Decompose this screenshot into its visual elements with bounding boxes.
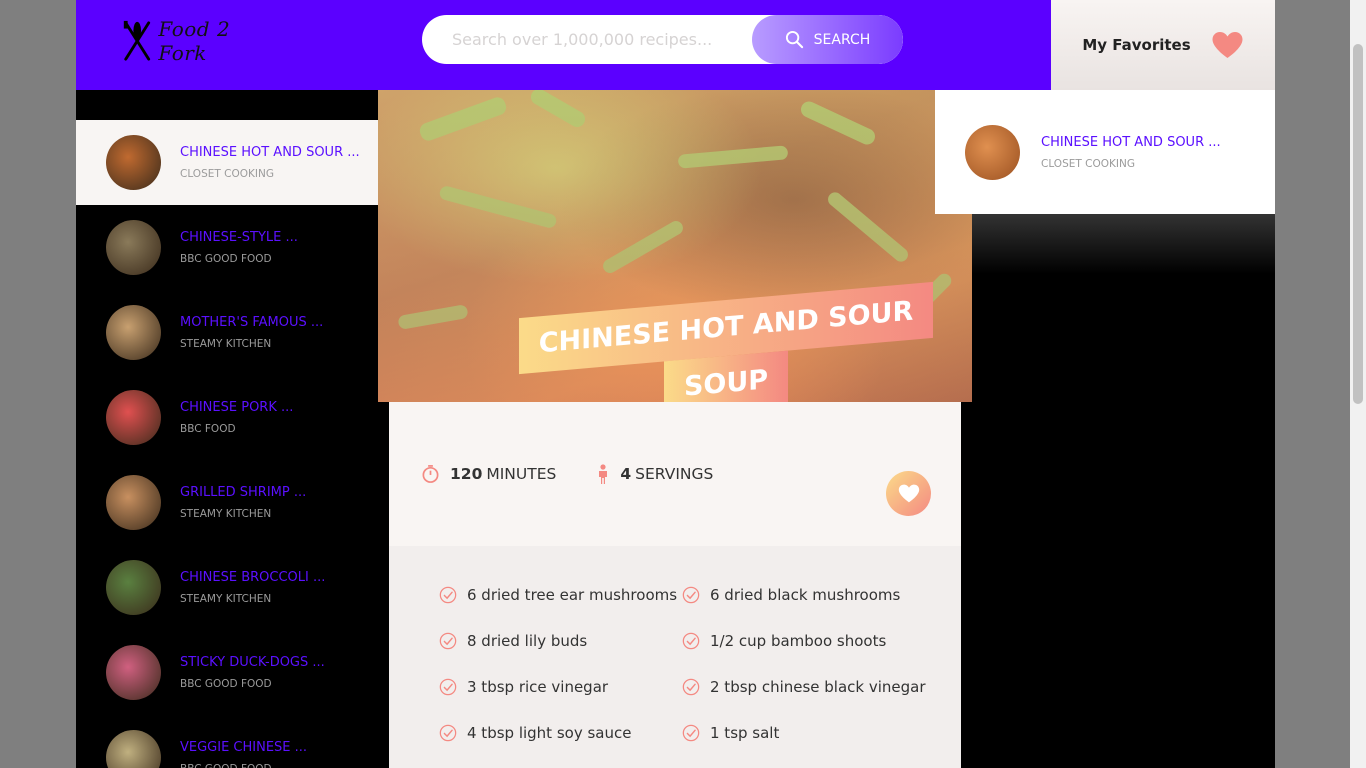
check-icon — [682, 724, 700, 742]
check-icon — [682, 678, 700, 696]
header: Food 2 Fork SEARCH — [76, 0, 1051, 90]
servings: 4 SERVINGS — [596, 464, 713, 484]
scrollbar[interactable] — [1350, 0, 1366, 768]
result-item[interactable]: CHINESE PORK ... BBC FOOD — [76, 375, 378, 460]
results-list: CHINESE HOT AND SOUR ... CLOSET COOKING CH… — [76, 120, 378, 768]
result-thumbnail — [106, 135, 161, 190]
ingredients-list: 6 dried tree ear mushrooms 6 dried black … — [389, 546, 961, 768]
result-title: GRILLED SHRIMP ... — [180, 485, 307, 500]
search-button[interactable]: SEARCH — [752, 15, 903, 64]
ingredient-item: 1/2 cup bamboo shoots — [682, 630, 942, 652]
result-item[interactable]: VEGGIE CHINESE ... BBC GOOD FOOD — [76, 715, 378, 768]
result-title: CHINESE HOT AND SOUR ... — [180, 145, 360, 160]
check-icon — [682, 586, 700, 604]
ingredient-item: 4 tbsp light soy sauce — [439, 722, 682, 744]
logo[interactable]: Food 2 Fork — [120, 17, 280, 65]
result-publisher: STEAMY KITCHEN — [180, 338, 272, 350]
favorites-menu[interactable]: My Favorites — [1051, 0, 1275, 90]
ingredient-text: 6 dried tree ear mushrooms — [467, 586, 678, 604]
result-publisher: BBC GOOD FOOD — [180, 678, 272, 690]
result-thumbnail — [106, 305, 161, 360]
result-item[interactable]: CHINESE-STYLE ... BBC GOOD FOOD — [76, 205, 378, 290]
check-icon — [439, 632, 457, 650]
result-publisher: BBC GOOD FOOD — [180, 763, 307, 768]
search-button-label: SEARCH — [813, 31, 871, 48]
ingredient-text: 1 tsp salt — [710, 724, 780, 742]
ingredient-text: 3 tbsp rice vinegar — [467, 678, 609, 696]
result-thumbnail — [106, 475, 161, 530]
heart-icon — [1212, 32, 1243, 58]
check-icon — [439, 678, 457, 696]
result-publisher: CLOSET COOKING — [180, 168, 274, 180]
result-thumbnail — [106, 645, 161, 700]
result-title: VEGGIE CHINESE ... — [180, 740, 308, 755]
scrollbar-thumb[interactable] — [1353, 44, 1363, 404]
search-form: SEARCH — [422, 15, 903, 64]
recipe-details: 120 MINUTES 4 SERVINGS 6 dried tree ear … — [389, 402, 961, 768]
result-publisher: STEAMY KITCHEN — [180, 593, 272, 605]
ingredient-text: 4 tbsp light soy sauce — [467, 724, 632, 742]
stopwatch-icon — [422, 465, 439, 483]
app-container: Food 2 Fork SEARCH My Favorites CHINESE … — [76, 0, 1275, 768]
result-title: STICKY DUCK-DOGS ... — [180, 655, 325, 670]
check-icon — [439, 724, 457, 742]
result-thumbnail — [106, 560, 161, 615]
ingredient-item: 1 tsp salt — [682, 722, 942, 744]
ingredient-item: 6 dried black mushrooms — [682, 584, 942, 606]
recipe-info: 120 MINUTES 4 SERVINGS — [389, 402, 961, 546]
ingredient-item: 8 dried lily buds — [439, 630, 682, 652]
result-publisher: BBC FOOD — [180, 423, 236, 435]
ingredient-item: 6 dried tree ear mushrooms — [439, 584, 682, 606]
result-thumbnail — [106, 730, 161, 768]
favorite-title: CHINESE HOT AND SOUR ... — [1041, 134, 1221, 150]
panel-shadow — [972, 214, 1275, 274]
result-item[interactable]: CHINESE HOT AND SOUR ... CLOSET COOKING — [76, 120, 378, 205]
search-icon — [785, 30, 803, 49]
favorites-label: My Favorites — [1082, 36, 1191, 54]
result-item[interactable]: MOTHER'S FAMOUS ... STEAMY KITCHEN — [76, 290, 378, 375]
result-item[interactable]: CHINESE BROCCOLI ... STEAMY KITCHEN — [76, 545, 378, 630]
result-title: CHINESE BROCCOLI ... — [180, 570, 326, 585]
result-item[interactable]: GRILLED SHRIMP ... STEAMY KITCHEN — [76, 460, 378, 545]
result-thumbnail — [106, 220, 161, 275]
fork-knife-icon — [123, 20, 151, 61]
check-icon — [682, 632, 700, 650]
cook-time-label: MINUTES — [486, 465, 557, 483]
ingredient-text: 6 dried black mushrooms — [710, 586, 901, 604]
favorite-thumbnail — [965, 124, 1020, 180]
ingredient-item: 2 tbsp chinese black vinegar — [682, 676, 942, 698]
cook-time-value: 120 — [450, 465, 483, 483]
person-icon — [599, 464, 608, 484]
result-title: CHINESE PORK ... — [180, 400, 294, 415]
result-publisher: BBC GOOD FOOD — [180, 253, 272, 265]
favorite-button[interactable] — [886, 471, 931, 516]
favorite-publisher: CLOSET COOKING — [1041, 157, 1135, 170]
ingredient-text: 8 dried lily buds — [467, 632, 588, 650]
result-title: MOTHER'S FAMOUS ... — [180, 315, 324, 330]
servings-label: SERVINGS — [635, 465, 714, 483]
servings-value: 4 — [620, 465, 632, 483]
ingredient-text: 2 tbsp chinese black vinegar — [710, 678, 926, 696]
result-title: CHINESE-STYLE ... — [180, 230, 298, 245]
ingredient-item: 3 tbsp rice vinegar — [439, 676, 682, 698]
cook-time: 120 MINUTES — [421, 464, 556, 484]
favorites-panel[interactable]: CHINESE HOT AND SOUR ... CLOSET COOKING — [935, 90, 1275, 214]
search-input[interactable] — [422, 15, 762, 64]
result-item[interactable]: STICKY DUCK-DOGS ... BBC GOOD FOOD — [76, 630, 378, 715]
logo-text: Food 2 Fork — [158, 17, 231, 65]
result-publisher: STEAMY KITCHEN — [180, 508, 272, 520]
check-icon — [439, 586, 457, 604]
result-thumbnail — [106, 390, 161, 445]
ingredient-text: 1/2 cup bamboo shoots — [710, 632, 887, 650]
heart-icon — [898, 484, 919, 503]
